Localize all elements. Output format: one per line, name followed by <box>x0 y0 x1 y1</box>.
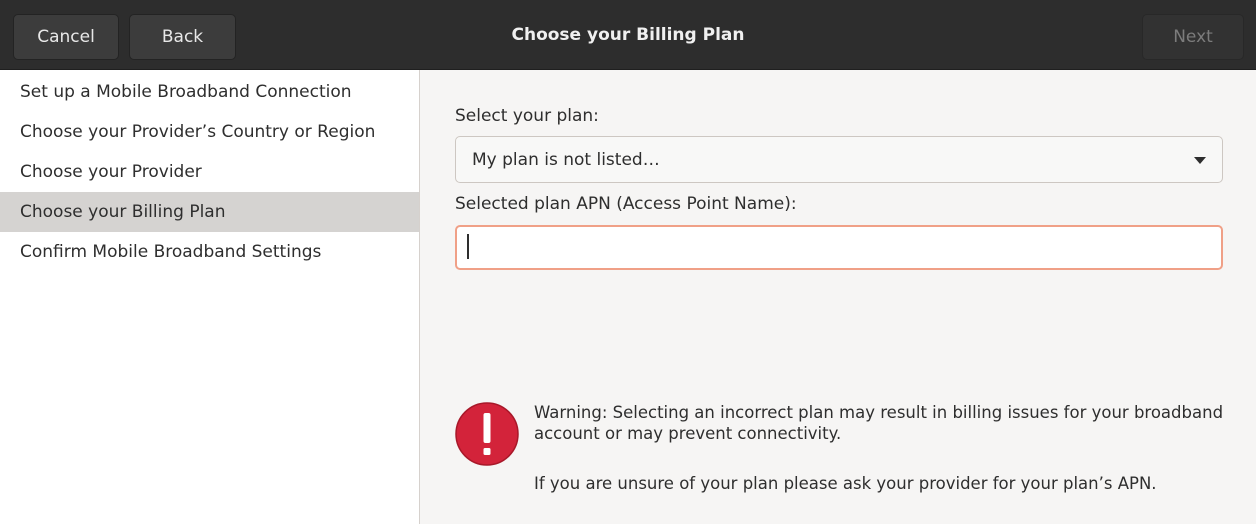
header-bar: Cancel Back Choose your Billing Plan Nex… <box>0 0 1256 70</box>
cancel-button[interactable]: Cancel <box>13 14 119 60</box>
text-cursor <box>467 234 469 259</box>
apn-label: Selected plan APN (Access Point Name): <box>455 194 797 214</box>
dialog-title: Choose your Billing Plan <box>511 25 745 45</box>
plan-dropdown[interactable]: My plan is not listed… <box>455 136 1223 183</box>
step-item-country: Choose your Provider’s Country or Region <box>20 122 376 142</box>
back-button[interactable]: Back <box>129 14 236 60</box>
steps-sidebar: Set up a Mobile Broadband Connection Cho… <box>0 70 420 524</box>
billing-plan-content: Select your plan: My plan is not listed…… <box>421 70 1256 524</box>
step-item-setup: Set up a Mobile Broadband Connection <box>20 82 352 102</box>
step-item-provider: Choose your Provider <box>20 162 202 182</box>
apn-input[interactable] <box>455 225 1223 270</box>
warning-icon <box>455 402 519 466</box>
chevron-down-icon <box>1194 157 1206 164</box>
warning-message: Warning: Selecting an incorrect plan may… <box>534 403 1224 443</box>
step-item-billing-plan: Choose your Billing Plan <box>0 192 419 232</box>
billing-plan-dialog: Cancel Back Choose your Billing Plan Nex… <box>0 0 1256 524</box>
next-button[interactable]: Next <box>1142 14 1244 60</box>
warning-hint: If you are unsure of your plan please as… <box>534 474 1157 493</box>
step-item-confirm: Confirm Mobile Broadband Settings <box>20 242 322 262</box>
plan-dropdown-value: My plan is not listed… <box>472 149 660 170</box>
plan-label: Select your plan: <box>455 106 599 126</box>
